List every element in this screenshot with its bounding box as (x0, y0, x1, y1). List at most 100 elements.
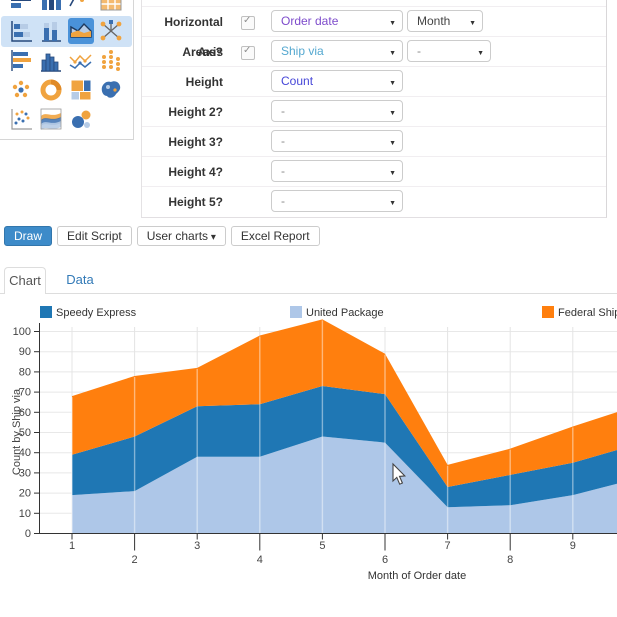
select-value: Ship via (281, 41, 324, 61)
form-row-height-5: Height 5? - (142, 186, 606, 217)
areas-field-select[interactable]: Ship via (271, 40, 403, 62)
select-value: - (281, 131, 285, 151)
y-tick-label: 90 (19, 346, 31, 358)
x-tick-label: 1 (69, 540, 75, 552)
height-label: Height (142, 67, 223, 97)
edit-script-button[interactable]: Edit Script (57, 226, 132, 246)
chart-type-tile[interactable] (8, 106, 34, 132)
x-tick-label: 7 (445, 540, 451, 552)
form-row-height: Height Count (142, 66, 606, 97)
chart-type-tile[interactable] (68, 77, 94, 103)
chevron-down-icon (469, 12, 476, 30)
chart-settings-form: Horizontal Axis Order date Month Areas? … (141, 0, 607, 218)
chevron-down-icon (389, 12, 396, 30)
form-row-height-3: Height 3? - (142, 126, 606, 157)
y-tick-label: 100 (13, 326, 31, 338)
chart-type-tile[interactable] (68, 18, 94, 44)
height-select[interactable]: Count (271, 70, 403, 92)
x-tick-label: 6 (382, 554, 388, 566)
column-chart-icon (38, 0, 64, 13)
chart-type-tile[interactable] (98, 0, 124, 13)
chart-type-tile[interactable] (8, 48, 34, 74)
height-4-label: Height 4? (142, 157, 223, 187)
chart-type-tile[interactable] (38, 106, 64, 132)
x-tick-label: 9 (570, 540, 576, 552)
chart-builder-app: Horizontal Axis Order date Month Areas? … (0, 0, 617, 617)
x-tick-label: 2 (132, 554, 138, 566)
bubble-chart-icon (68, 106, 94, 132)
box-bar-chart-icon (8, 18, 34, 44)
legend-item-united-package[interactable]: United Package (306, 307, 384, 319)
chevron-down-icon (389, 42, 396, 60)
donut-chart-icon (38, 77, 64, 103)
chart-type-tile[interactable] (38, 48, 64, 74)
height-3-select[interactable]: - (271, 130, 403, 152)
y-tick-label: 0 (25, 528, 31, 540)
height-4-select[interactable]: - (271, 160, 403, 182)
height-5-label: Height 5? (142, 187, 223, 217)
y-tick-label: 20 (19, 488, 31, 500)
y-tick-label: 10 (19, 508, 31, 520)
chart-type-tile[interactable] (38, 18, 64, 44)
height-5-select[interactable]: - (271, 190, 403, 212)
select-value: - (417, 41, 421, 61)
x-axis-title: Month of Order date (368, 570, 466, 582)
map-chart-icon (98, 77, 124, 103)
x-tick-label: 4 (257, 554, 263, 566)
form-row-horizontal-axis: Horizontal Axis Order date Month (142, 6, 606, 37)
height-2-label: Height 2? (142, 97, 223, 127)
legend-item-speedy-express[interactable]: Speedy Express (56, 307, 137, 319)
legend-swatch (290, 306, 302, 318)
chart-type-tile[interactable] (98, 18, 124, 44)
histogram-chart-icon (38, 48, 64, 74)
chart-type-tile[interactable] (98, 48, 124, 74)
chart-type-tile[interactable] (68, 106, 94, 132)
chart-type-tile[interactable] (98, 77, 124, 103)
chart-type-tile[interactable] (8, 18, 34, 44)
horizontal-axis-field-select[interactable]: Order date (271, 10, 403, 32)
height-3-label: Height 3? (142, 127, 223, 157)
multi-line-chart-icon (68, 48, 94, 74)
form-row-height-2: Height 2? - (142, 96, 606, 127)
horizontal-axis-checkbox[interactable] (241, 16, 255, 30)
toolbar: Draw Edit Script User charts Excel Repor… (4, 226, 320, 246)
tab-chart[interactable]: Chart (4, 267, 46, 294)
chevron-down-icon (389, 132, 396, 150)
chart-panel: 0102030405060708090100123456789Month of … (0, 296, 617, 617)
tab-data[interactable]: Data (60, 267, 100, 293)
x-tick-label: 5 (319, 540, 325, 552)
draw-button[interactable]: Draw (4, 226, 52, 246)
chart-type-picker (0, 0, 134, 140)
chart-type-tile[interactable] (8, 77, 34, 103)
form-row-areas: Areas? Ship via - (142, 36, 606, 67)
chart-type-tile[interactable] (68, 48, 94, 74)
treemap-chart-icon (68, 77, 94, 103)
select-value: Count (281, 71, 313, 91)
select-value: - (281, 161, 285, 181)
form-row-height-4: Height 4? - (142, 156, 606, 187)
chart-type-tile[interactable] (38, 77, 64, 103)
chevron-down-icon (389, 72, 396, 90)
horizontal-axis-granularity-select[interactable]: Month (407, 10, 483, 32)
chevron-down-icon (477, 42, 484, 60)
height-2-select[interactable]: - (271, 100, 403, 122)
select-value: Month (417, 11, 450, 31)
areas-secondary-select[interactable]: - (407, 40, 491, 62)
tabbar-divider (0, 293, 617, 294)
areas-checkbox[interactable] (241, 46, 255, 60)
excel-report-button[interactable]: Excel Report (231, 226, 320, 246)
table-chart-icon (98, 0, 124, 13)
user-charts-dropdown-button[interactable]: User charts (137, 226, 226, 246)
dot-column-chart-icon (98, 48, 124, 74)
legend-item-federal-shipping[interactable]: Federal Shipping (558, 307, 617, 319)
chart-type-tile[interactable] (68, 0, 94, 13)
x-tick-label: 8 (507, 554, 513, 566)
areas-label: Areas? (142, 37, 223, 67)
select-value: - (281, 191, 285, 211)
select-value: - (281, 101, 285, 121)
chart-type-tile[interactable] (38, 0, 64, 13)
line-chart-icon (68, 0, 94, 13)
chart-type-tile[interactable] (8, 0, 34, 13)
select-value: Order date (281, 11, 338, 31)
cluster-dots-chart-icon (8, 77, 34, 103)
